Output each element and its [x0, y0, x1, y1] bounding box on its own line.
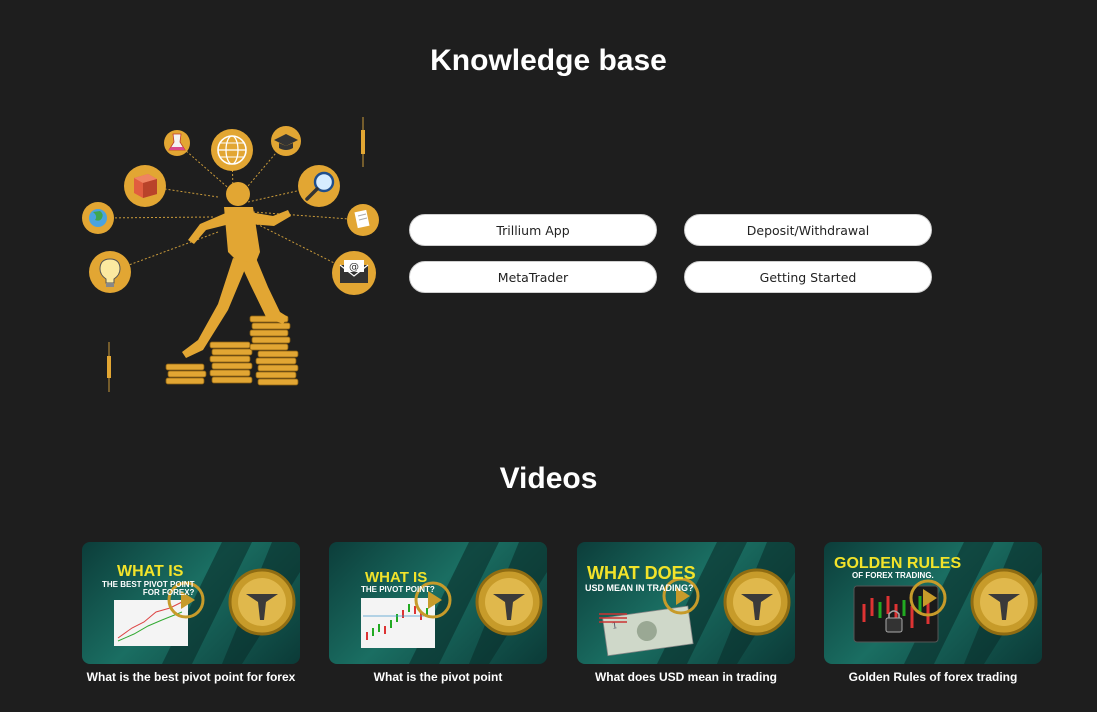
- metatrader-button[interactable]: MetaTrader: [409, 261, 657, 293]
- trillium-app-button[interactable]: Trillium App: [409, 214, 657, 246]
- video-thumbnail[interactable]: WHAT IS THE PIVOT POINT?: [329, 542, 547, 664]
- getting-started-button[interactable]: Getting Started: [684, 261, 932, 293]
- magnifier-icon: [298, 165, 340, 207]
- flask-icon: [164, 130, 190, 156]
- thumbnail-subtitle: THE PIVOT POINT?: [361, 585, 435, 594]
- video-thumbnail[interactable]: 1 WHAT DOES USD MEAN IN TRADING?: [577, 542, 795, 664]
- video-thumbnail[interactable]: GOLDEN RULES OF FOREX TRADING.: [824, 542, 1042, 664]
- thumbnail-artwork: [361, 542, 547, 664]
- video-caption[interactable]: What does USD mean in trading: [577, 670, 795, 684]
- knowledge-illustration: @: [82, 117, 379, 392]
- thumbnail-headline: WHAT IS: [117, 563, 184, 580]
- video-caption[interactable]: Golden Rules of forex trading: [824, 670, 1042, 684]
- video-card[interactable]: WHAT IS THE PIVOT POINT? What is the piv…: [329, 542, 547, 684]
- thumbnail-artwork: 1: [599, 542, 795, 664]
- email-icon: @: [332, 251, 376, 295]
- cube-icon: [124, 165, 166, 207]
- thumbnail-headline: WHAT IS: [365, 569, 428, 586]
- earth-icon: [82, 202, 114, 234]
- thumbnail-subtitle: USD MEAN IN TRADING?: [585, 583, 694, 593]
- videos-title: Videos: [499, 462, 598, 495]
- deposit-withdrawal-button[interactable]: Deposit/Withdrawal: [684, 214, 932, 246]
- knowledge-base-title: Knowledge base: [430, 44, 667, 77]
- coin-logo-icon: [475, 568, 543, 636]
- thumbnail-subtitle: THE BEST PIVOT POINT FOR FOREX?: [102, 580, 195, 598]
- document-icon: [347, 204, 379, 236]
- thumbnail-headline: WHAT DOES: [587, 563, 696, 583]
- svg-text:@: @: [349, 262, 359, 273]
- coin-logo-icon: [970, 568, 1038, 636]
- video-card[interactable]: 1 WHAT DOES USD MEAN IN TRADING? What do…: [577, 542, 795, 684]
- video-card[interactable]: GOLDEN RULES OF FOREX TRADING. Golden Ru…: [824, 542, 1042, 684]
- video-thumbnail[interactable]: WHAT IS THE BEST PIVOT POINT FOR FOREX?: [82, 542, 300, 664]
- video-card[interactable]: WHAT IS THE BEST PIVOT POINT FOR FOREX? …: [82, 542, 300, 684]
- thumbnail-headline: GOLDEN RULES: [834, 555, 962, 572]
- globe-icon: [211, 129, 253, 171]
- thumbnail-subtitle: OF FOREX TRADING.: [852, 571, 934, 580]
- video-caption[interactable]: What is the pivot point: [329, 670, 547, 684]
- thumbnail-artwork: [114, 542, 300, 664]
- graduation-cap-icon: [271, 126, 301, 156]
- coin-logo-icon: [228, 568, 296, 636]
- lightbulb-icon: [89, 251, 131, 293]
- video-caption[interactable]: What is the best pivot point for forex: [82, 670, 300, 684]
- coin-logo-icon: [723, 568, 791, 636]
